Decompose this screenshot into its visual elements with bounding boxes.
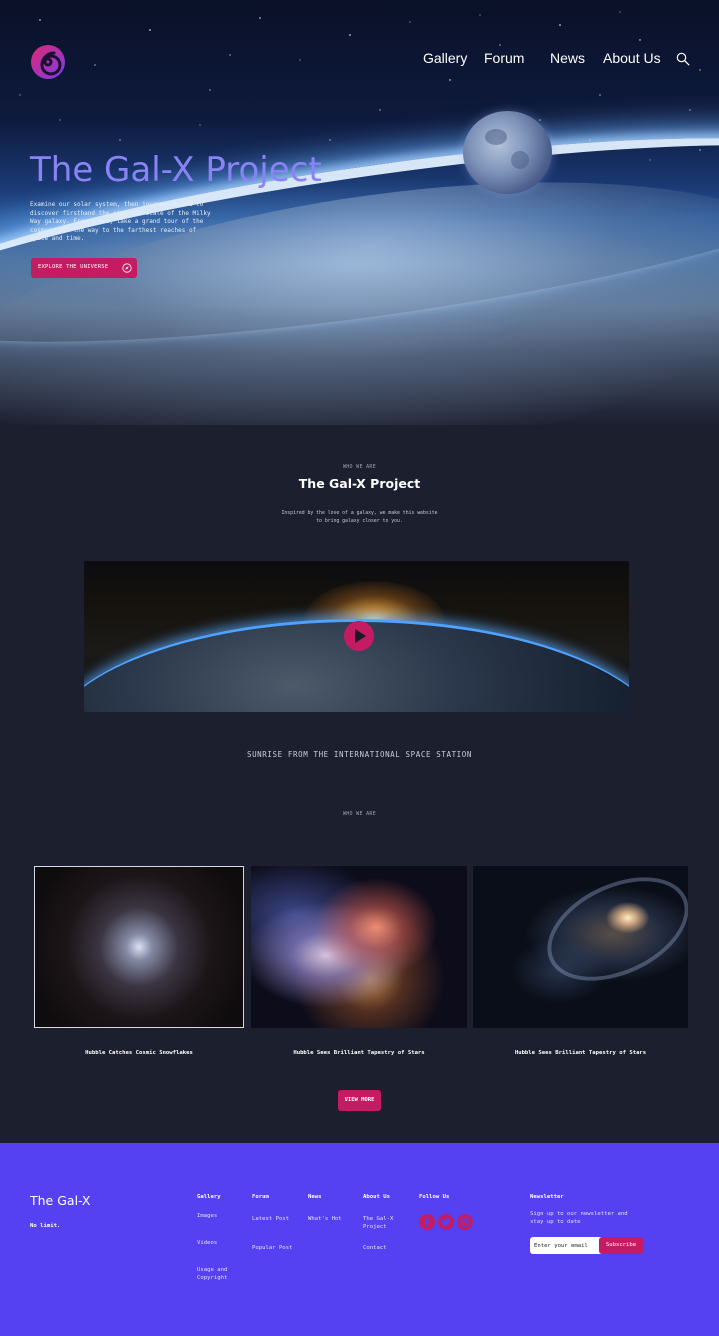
gallery-card-title-2[interactable]: Hubble Sees Brilliant Tapestry of Stars	[251, 1050, 467, 1056]
footer-link-videos[interactable]: Videos	[197, 1239, 217, 1247]
nav-gallery-link[interactable]: Gallery	[423, 50, 467, 66]
newsletter-email-input[interactable]	[530, 1237, 604, 1254]
instagram-icon[interactable]	[457, 1214, 473, 1230]
hero-description: Examine our solar system, then journey o…	[30, 201, 211, 243]
gallery-card-title-1[interactable]: Hubble Catches Cosmic Snowflakes	[34, 1050, 244, 1056]
subscribe-button-label: Subscribe	[605, 1242, 637, 1248]
footer-link-galx-project[interactable]: The Gal-X Project	[363, 1215, 401, 1231]
video-caption: SUNRISE FROM THE INTERNATIONAL SPACE STA…	[246, 750, 473, 759]
view-more-button[interactable]: VIEW MORE	[338, 1090, 381, 1111]
newsletter-description: Sign up to our newsletter and stay up to…	[530, 1211, 628, 1225]
footer-link-contact[interactable]: Contact	[363, 1244, 387, 1252]
footer-link-usage-copyright[interactable]: Usage and Copyright	[197, 1266, 237, 1282]
footer-gallery-heading: Gallery	[197, 1194, 221, 1200]
gallery-card-title-3[interactable]: Hubble Sees Brilliant Tapestry of Stars	[473, 1050, 688, 1056]
gallery-card-image-3[interactable]	[473, 866, 688, 1028]
footer-newsletter-heading: Newsletter	[530, 1194, 564, 1200]
view-more-label: VIEW MORE	[344, 1097, 375, 1103]
about-description: Inspired by the love of a galaxy, we mak…	[281, 511, 438, 524]
hero-title: The Gal-X Project	[30, 150, 322, 190]
play-icon	[355, 629, 366, 643]
footer-link-popular-post[interactable]: Popular Post	[252, 1244, 292, 1252]
footer: The Gal-X No limit. Gallery Images Video…	[0, 1143, 719, 1336]
nebula-image	[251, 866, 467, 1028]
search-icon[interactable]	[676, 52, 690, 66]
nav-forum-link[interactable]: Forum	[484, 50, 524, 66]
about-eyebrow: WHO WE ARE	[342, 464, 377, 470]
nav-about-link[interactable]: About Us	[603, 50, 661, 66]
gallery-card-image-1[interactable]	[34, 866, 244, 1028]
footer-brand: The Gal-X	[30, 1193, 91, 1208]
explore-button-label: EXPLORE THE UNIVERSE	[38, 264, 109, 270]
about-title: The Gal-X Project	[298, 476, 421, 491]
footer-news-heading: News	[308, 1194, 322, 1200]
footer-about-heading: About Us	[363, 1194, 390, 1200]
compass-icon	[122, 263, 132, 273]
moon-image	[463, 111, 552, 194]
nav-news-link[interactable]: News	[550, 50, 585, 66]
main-nav: Gallery Forum News About Us	[0, 50, 719, 72]
footer-follow-heading: Follow Us	[419, 1194, 450, 1200]
footer-forum-heading: Forum	[252, 1194, 269, 1200]
footer-link-images[interactable]: Images	[197, 1212, 217, 1220]
explore-universe-button[interactable]: EXPLORE THE UNIVERSE	[31, 258, 137, 278]
play-button[interactable]	[344, 621, 374, 651]
gallery-card-image-2[interactable]	[251, 866, 467, 1028]
footer-tagline: No limit.	[30, 1223, 61, 1229]
footer-link-whats-hot[interactable]: What's Hot	[308, 1215, 342, 1223]
gallery-eyebrow: WHO WE ARE	[342, 811, 377, 817]
video-player[interactable]	[84, 561, 629, 712]
star-cluster-image	[35, 867, 243, 1027]
subscribe-button[interactable]: Subscribe	[599, 1237, 643, 1254]
facebook-icon[interactable]	[419, 1214, 435, 1230]
twitter-icon[interactable]	[438, 1214, 454, 1230]
footer-link-latest-post[interactable]: Latest Post	[252, 1215, 289, 1223]
